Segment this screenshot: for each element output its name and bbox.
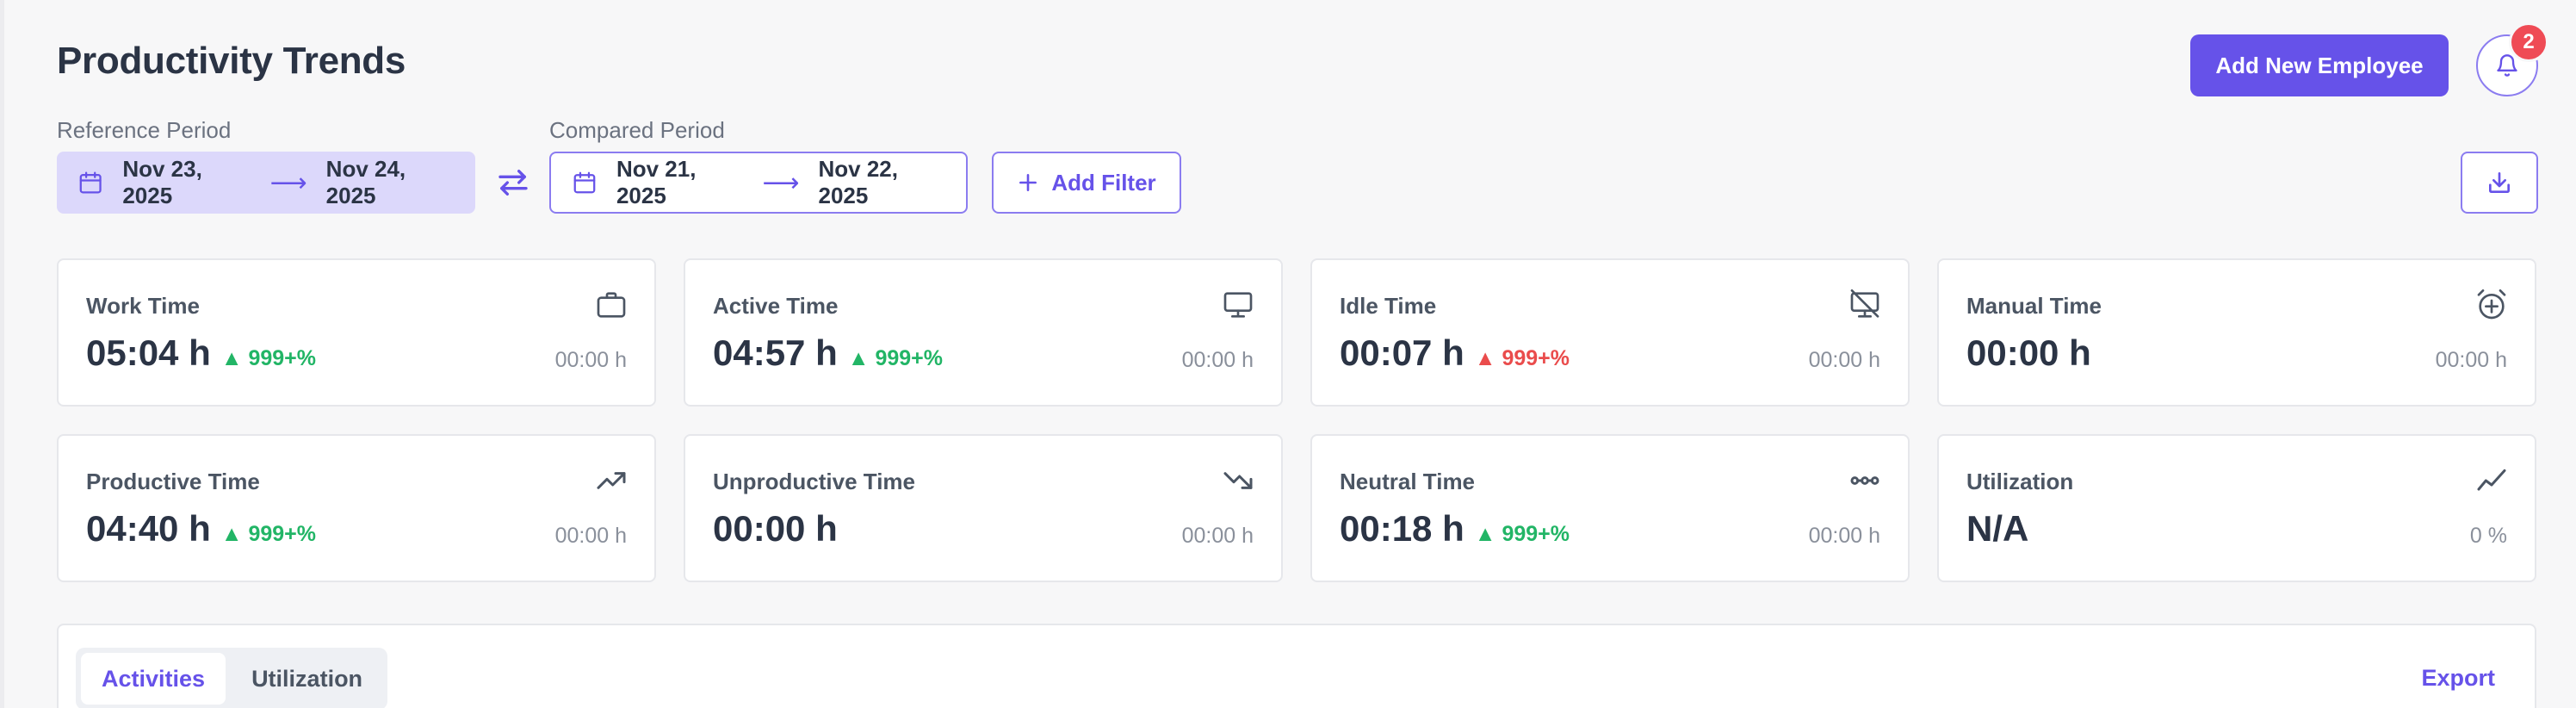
metric-label: Manual Time xyxy=(1966,293,2102,319)
swap-periods-icon[interactable] xyxy=(496,165,530,200)
metric-card-productive-time: Productive Time 04:40 h ▲ 999+% 00:00 h xyxy=(57,434,656,582)
metric-card-active-time: Active Time 04:57 h ▲ 999+% 00:00 h xyxy=(684,258,1283,407)
trending-down-icon xyxy=(1223,472,1253,489)
metric-compare-value: 00:00 h xyxy=(554,524,627,548)
download-button[interactable] xyxy=(2461,152,2538,214)
metric-compare-value: 00:00 h xyxy=(1181,348,1254,372)
compared-period-label: Compared Period xyxy=(549,117,725,143)
metric-delta: ▲ 999+% xyxy=(1474,346,1570,370)
metric-delta: ▲ 999+% xyxy=(220,346,316,370)
calendar-icon xyxy=(573,171,596,194)
metric-delta: ▲ 999+% xyxy=(847,346,943,370)
add-new-employee-button[interactable]: Add New Employee xyxy=(2190,34,2449,96)
metric-label: Work Time xyxy=(86,293,200,319)
export-link[interactable]: Export xyxy=(2421,665,2495,692)
metric-value: 00:00 h xyxy=(713,508,838,549)
metric-card-neutral-time: Neutral Time 00:18 h ▲ 999+% 00:00 h xyxy=(1310,434,1910,582)
compared-period-picker[interactable]: Nov 21, 2025 ⟶ Nov 22, 2025 xyxy=(549,152,968,214)
metric-compare-value: 00:00 h xyxy=(1808,524,1880,548)
metric-card-unproductive-time: Unproductive Time 00:00 h 00:00 h xyxy=(684,434,1283,582)
metric-compare-value: 00:00 h xyxy=(2435,348,2507,372)
metric-card-work-time: Work Time 05:04 h ▲ 999+% 00:00 h xyxy=(57,258,656,407)
arrow-right-icon: ⟶ xyxy=(762,168,800,197)
download-icon xyxy=(2489,172,2510,193)
metric-label: Active Time xyxy=(713,293,839,319)
chart-line-icon xyxy=(2477,469,2506,491)
arrow-right-icon: ⟶ xyxy=(269,168,307,197)
plus-icon xyxy=(1019,174,1037,191)
metric-value: 00:18 h xyxy=(1340,508,1464,549)
monitor-off-icon xyxy=(1850,289,1879,318)
compared-start-date: Nov 21, 2025 xyxy=(616,156,697,208)
metric-value: N/A xyxy=(1966,508,2029,549)
metric-value: 00:07 h xyxy=(1340,332,1464,373)
metric-label: Utilization xyxy=(1966,469,2074,494)
metric-label: Productive Time xyxy=(86,469,260,494)
metric-value: 04:40 h xyxy=(86,508,211,549)
metric-label: Neutral Time xyxy=(1340,469,1476,494)
tab-activities[interactable]: Activities xyxy=(81,653,226,705)
metric-value: 04:57 h xyxy=(713,332,838,373)
reference-start-date: Nov 23, 2025 xyxy=(122,156,202,208)
add-filter-button[interactable]: Add Filter xyxy=(992,152,1181,214)
add-filter-label: Add Filter xyxy=(1051,169,1156,196)
sidebar-edge xyxy=(0,0,4,708)
metric-compare-value: 00:00 h xyxy=(554,348,627,372)
reference-end-date: Nov 24, 2025 xyxy=(325,156,406,208)
trending-up-icon xyxy=(597,472,626,489)
metric-card-idle-time: Idle Time 00:07 h ▲ 999+% 00:00 h xyxy=(1310,258,1910,407)
metric-card-utilization: Utilization N/A 0 % xyxy=(1937,434,2536,582)
page-title: Productivity Trends xyxy=(57,40,406,82)
notification-count-badge: 2 xyxy=(2509,22,2548,62)
metric-compare-value: 00:00 h xyxy=(1808,348,1880,372)
reference-period-label: Reference Period xyxy=(57,117,232,143)
tab-utilization[interactable]: Utilization xyxy=(231,653,383,705)
metric-label: Unproductive Time xyxy=(713,469,916,494)
dots-horizontal-icon xyxy=(1850,476,1879,485)
alarm-plus-icon xyxy=(2477,289,2506,320)
briefcase-icon xyxy=(597,292,626,318)
reference-period-picker[interactable]: Nov 23, 2025 ⟶ Nov 24, 2025 xyxy=(57,152,475,214)
page: Productivity Trends Add New Employee 2 R… xyxy=(57,0,2548,708)
details-panel: Activities Utilization Export xyxy=(57,624,2536,708)
metric-delta: ▲ 999+% xyxy=(1474,522,1570,546)
metric-value: 00:00 h xyxy=(1966,332,2091,373)
tab-bar: Activities Utilization xyxy=(76,648,387,708)
metric-delta: ▲ 999+% xyxy=(220,522,316,546)
calendar-icon xyxy=(79,171,102,194)
metric-compare-value: 00:00 h xyxy=(1181,524,1254,548)
metric-card-manual-time: Manual Time 00:00 h 00:00 h xyxy=(1937,258,2536,407)
metric-value: 05:04 h xyxy=(86,332,211,373)
monitor-icon xyxy=(1223,292,1253,318)
metric-label: Idle Time xyxy=(1340,293,1437,319)
compared-end-date: Nov 22, 2025 xyxy=(818,156,898,208)
metric-compare-value: 0 % xyxy=(2469,524,2507,548)
